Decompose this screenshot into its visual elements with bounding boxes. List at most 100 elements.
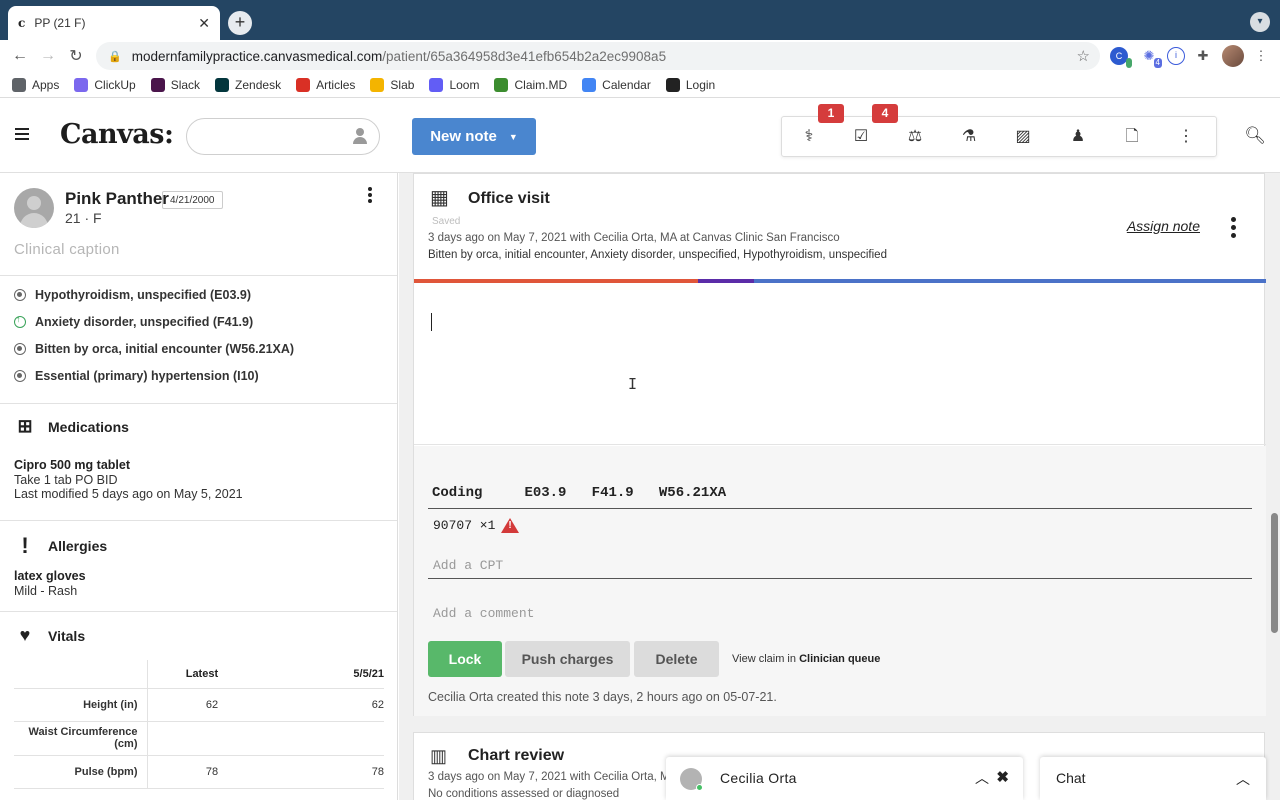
note-created-text: Cecilia Orta created this note 3 days, 2… <box>428 690 777 704</box>
lock-button[interactable]: Lock <box>428 641 502 677</box>
chart-review-title[interactable]: Chart review <box>468 747 564 765</box>
caduceus-icon[interactable]: ⚕ <box>799 127 819 147</box>
allergy-entry[interactable]: latex gloves Mild - Rash <box>14 569 86 598</box>
task-checkbox-icon[interactable]: ☑ <box>851 127 871 147</box>
bookmark-item[interactable]: Articles <box>296 77 355 92</box>
icd-code[interactable]: E03.9 <box>524 485 566 501</box>
bookmark-item[interactable]: Slab <box>370 77 414 92</box>
new-note-label: New note <box>430 128 497 145</box>
bookmark-label: Loom <box>449 77 480 92</box>
add-cpt-input[interactable]: Add a CPT <box>433 558 503 573</box>
reload-icon[interactable]: ↻ <box>62 46 90 66</box>
search-icon[interactable]: 🔍︎ <box>1244 126 1266 146</box>
browser-tab[interactable]: c PP (21 F) ✕ <box>8 6 220 40</box>
cpt-entry[interactable]: 90707 ×1 ! <box>433 518 520 533</box>
extension-icon-2[interactable]: ✺ 4 <box>1140 47 1162 68</box>
condition-item[interactable]: Hypothyroidism, unspecified (E03.9) <box>14 288 251 302</box>
chat-conversation-widget[interactable]: Cecilia Orta ︿ ✖ <box>666 757 1023 800</box>
icd-code[interactable]: F41.9 <box>592 485 634 501</box>
url-path: /patient/65a364958d3e41efb654b2a2ec9908a… <box>382 48 667 64</box>
forward-arrow-icon[interactable]: → <box>34 47 62 65</box>
note-editor[interactable]: I <box>414 283 1266 445</box>
medication-entry[interactable]: Cipro 500 mg tablet Take 1 tab PO BID La… <box>14 458 243 502</box>
patient-dob-badge: 4/21/2000 <box>162 191 223 209</box>
divider <box>428 508 1252 509</box>
chevron-up-icon[interactable]: ︿ <box>1236 769 1250 789</box>
mouse-ibeam-cursor: I <box>628 375 638 393</box>
bookmark-item[interactable]: Slack <box>150 77 200 92</box>
table-row: Pulse (bpm) 78 78 <box>14 755 384 789</box>
assign-note-link[interactable]: Assign note <box>1127 218 1200 234</box>
allergies-header[interactable]: ! Allergies <box>14 533 107 559</box>
chevron-up-icon[interactable]: ︿ <box>975 768 989 788</box>
condition-item[interactable]: Bitten by orca, initial encounter (W56.2… <box>14 342 294 356</box>
vital-date-value: 78 <box>346 755 384 789</box>
icd-code[interactable]: W56.21XA <box>659 485 726 501</box>
task-badge: 4 <box>872 104 898 123</box>
password-extension-icon[interactable]: i <box>1167 47 1185 65</box>
note-menu-icon[interactable] <box>1228 217 1238 241</box>
bookmark-star-icon[interactable]: ☆ <box>1077 47 1090 65</box>
close-tab-icon[interactable]: ✕ <box>198 15 210 32</box>
new-tab-button[interactable]: + <box>228 11 252 35</box>
notification-badge: 1 <box>818 104 844 123</box>
note-meta: 3 days ago on May 7, 2021 with Cecilia O… <box>428 232 840 244</box>
vitals-table: Latest 5/5/21 Height (in) 62 62 Waist Circu… <box>14 660 384 789</box>
patient-name[interactable]: Pink Panther <box>65 189 169 209</box>
lab-flask-icon[interactable]: ⚗ <box>959 127 979 147</box>
add-comment-input[interactable]: Add a comment <box>433 606 534 621</box>
url-host: modernfamilypractice.canvasmedical.com <box>131 48 383 64</box>
divider <box>0 520 397 521</box>
scale-icon[interactable]: ⚖ <box>905 127 925 147</box>
coding-label: Coding <box>432 485 483 501</box>
bar-chart-icon: ▥ <box>430 746 448 766</box>
puzzle-extensions-icon[interactable]: ✚ <box>1194 47 1212 65</box>
more-options-icon[interactable]: ⋮ <box>1176 127 1196 147</box>
clinician-queue-link[interactable]: Clinician queue <box>799 653 880 665</box>
condition-status-icon <box>14 289 26 301</box>
hamburger-menu-icon[interactable] <box>15 128 29 143</box>
bookmark-item[interactable]: Login <box>665 77 715 92</box>
bookmark-item[interactable]: ClickUp <box>74 77 136 92</box>
improving-status-icon <box>14 314 26 328</box>
back-arrow-icon[interactable]: ← <box>6 47 34 65</box>
push-charges-button[interactable]: Push charges <box>505 641 630 677</box>
patient-search-input[interactable] <box>186 118 380 155</box>
condition-item[interactable]: Anxiety disorder, unspecified (F41.9) <box>14 314 253 329</box>
office-visit-note: ▦ Office visit Saved 3 days ago on May 7… <box>413 173 1266 716</box>
patient-menu-icon[interactable] <box>362 187 378 205</box>
bookmark-item[interactable]: Claim.MD <box>494 77 567 92</box>
chrome-menu-icon[interactable]: ▾ <box>1250 12 1270 32</box>
vitals-header[interactable]: ♥ Vitals <box>14 625 85 646</box>
divider <box>0 275 397 276</box>
care-team-icon[interactable]: ♟ <box>1068 127 1088 147</box>
divider <box>0 403 397 404</box>
new-note-button[interactable]: New note ▼ <box>412 118 536 155</box>
image-icon[interactable]: ▨ <box>1013 127 1033 147</box>
medications-header[interactable]: ⊞ Medications <box>14 416 128 437</box>
canvas-logo[interactable]: Canvas: <box>60 119 174 150</box>
bookmark-item[interactable]: Zendesk <box>215 77 281 92</box>
chart-review-diagnoses: No conditions assessed or diagnosed <box>428 788 620 800</box>
delete-button[interactable]: Delete <box>634 641 719 677</box>
allergy-reaction: Mild - Rash <box>14 583 78 598</box>
table-row: Waist Circumference (cm) <box>14 721 384 756</box>
close-icon[interactable]: ✖ <box>996 768 1009 786</box>
bookmark-item[interactable]: Calendar <box>582 77 651 92</box>
extension-badge: 4 <box>1153 58 1162 68</box>
bookmark-item[interactable]: Apps <box>12 77 59 92</box>
scrollbar-thumb[interactable] <box>1271 513 1278 633</box>
scrollbar[interactable] <box>1270 173 1280 800</box>
bookmark-item[interactable]: Loom <box>429 77 480 92</box>
url-input[interactable]: 🔒 modernfamilypractice.canvasmedical.com… <box>96 42 1100 70</box>
condition-item[interactable]: Essential (primary) hypertension (I10) <box>14 369 259 383</box>
note-title[interactable]: Office visit <box>468 190 550 208</box>
warning-icon: ! <box>501 518 520 533</box>
apps-grid-icon <box>12 77 26 92</box>
document-icon[interactable]: 🗋 <box>1122 127 1142 147</box>
extension-icon-1[interactable]: C <box>1110 47 1132 68</box>
browser-menu-icon[interactable]: ⋮ <box>1252 47 1270 65</box>
clinical-caption[interactable]: Clinical caption <box>14 241 120 258</box>
profile-avatar[interactable] <box>1222 45 1244 67</box>
chat-panel[interactable]: Chat ︿ <box>1040 757 1266 800</box>
